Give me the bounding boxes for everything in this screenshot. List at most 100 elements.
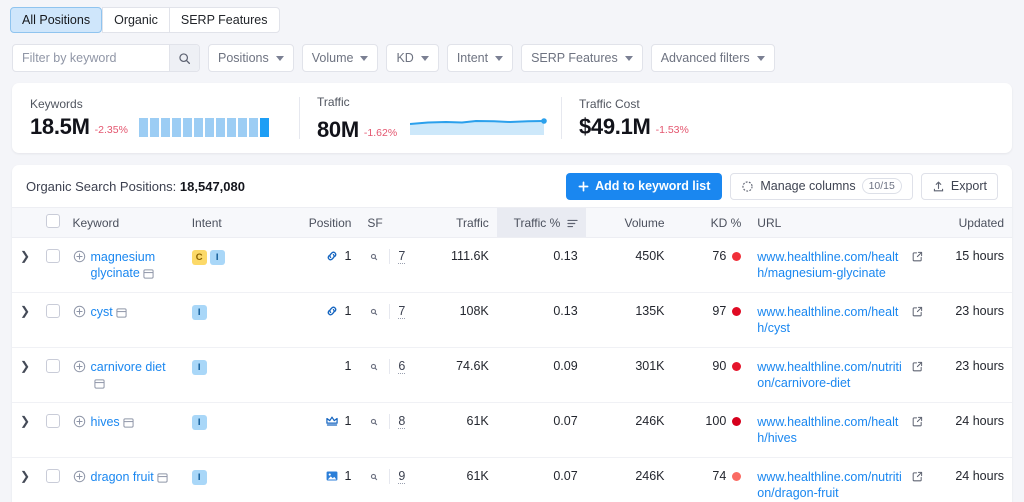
sf-count[interactable]: 9 [398,469,406,484]
cell-expand: ❯ [12,457,39,502]
expand-row-chevron-icon[interactable]: ❯ [20,359,30,373]
calendar-icon[interactable] [116,307,127,318]
header-volume[interactable]: Volume [585,207,673,238]
add-keyword-icon[interactable] [73,250,86,263]
add-keyword-icon[interactable] [73,415,86,428]
keyword-link[interactable]: carnivore diet [91,359,176,391]
filter-advanced[interactable]: Advanced filters [650,44,775,72]
tab-all-positions[interactable]: All Positions [10,7,103,33]
serp-preview-icon[interactable] [367,250,381,264]
serp-preview-icon[interactable] [367,305,381,319]
row-checkbox[interactable] [46,249,61,263]
intent-badge-I[interactable]: I [191,470,207,485]
cell-select [38,292,65,348]
sf-count[interactable]: 7 [398,249,406,264]
expand-row-chevron-icon[interactable]: ❯ [20,414,30,428]
intent-badge-I[interactable]: I [191,415,207,430]
url-link[interactable]: www.healthline.com/nutrition/carnivore-d… [757,359,906,391]
row-checkbox[interactable] [46,304,61,318]
header-traffic[interactable]: Traffic [415,207,497,238]
cell-traffic-pct: 0.13 [496,292,586,348]
filter-volume[interactable]: Volume [301,44,379,72]
calendar-icon[interactable] [123,417,134,428]
header-traffic-pct[interactable]: Traffic % [496,207,586,238]
add-keyword-icon[interactable] [73,360,86,373]
manage-columns-button[interactable]: Manage columns 10/15 [730,172,913,200]
cell-keyword: hives [64,402,184,458]
tab-serp-features[interactable]: SERP Features [168,7,280,33]
external-link-icon[interactable] [912,361,923,372]
header-sf[interactable]: SF [359,207,416,238]
add-to-keyword-list-button[interactable]: Add to keyword list [566,172,723,200]
serp-preview-icon[interactable] [367,470,381,484]
filter-positions[interactable]: Positions [208,44,294,72]
export-button[interactable]: Export [920,172,998,200]
row-checkbox[interactable] [46,414,61,428]
intent-badge-I[interactable]: I [191,305,207,320]
url-link[interactable]: www.healthline.com/health/cyst [757,304,906,336]
cell-position: 1 [272,347,360,403]
keyword-link[interactable]: hives [91,414,134,430]
header-updated[interactable]: Updated [931,207,1012,238]
filter-intent[interactable]: Intent [446,44,514,72]
cell-traffic-pct: 0.13 [496,237,586,293]
search-icon [179,52,191,64]
expand-row-chevron-icon[interactable]: ❯ [20,304,30,318]
tab-organic[interactable]: Organic [102,7,169,33]
kd-difficulty-dot [732,471,742,481]
header-url[interactable]: URL [749,207,932,238]
cell-traffic: 108K [415,292,497,348]
serp-preview-icon[interactable] [367,360,381,374]
expand-row-chevron-icon[interactable]: ❯ [20,249,30,263]
metric-delta-traffic-cost: -1.53% [655,124,689,136]
add-keyword-icon[interactable] [73,305,86,318]
external-link-icon[interactable] [912,416,923,427]
url-link[interactable]: www.healthline.com/nutrition/dragon-frui… [757,469,906,501]
table-row[interactable]: ❯ hives I 1 8 61K 0.07 246K 100 www.healthline.co… [12,402,1012,458]
keyword-link[interactable]: cyst [91,304,127,320]
url-link[interactable]: www.healthline.com/health/magnesium-glyc… [757,249,906,281]
sf-count[interactable]: 7 [398,304,406,319]
url-link[interactable]: www.healthline.com/health/hives [757,414,906,446]
external-link-icon[interactable] [912,471,923,482]
intent-badge-I[interactable]: I [209,250,225,265]
intent-badge-I[interactable]: I [191,360,207,375]
row-checkbox[interactable] [46,359,61,373]
serp-preview-icon[interactable] [367,415,381,429]
keyword-link[interactable]: dragon fruit [91,469,168,485]
external-link-icon[interactable] [912,306,923,317]
calendar-icon[interactable] [93,378,105,389]
cell-expand: ❯ [12,237,39,293]
cell-sf: 9 [359,457,416,502]
external-link-icon[interactable] [912,251,923,262]
cell-keyword: dragon fruit [64,457,184,502]
header-keyword[interactable]: Keyword [64,207,184,238]
filter-positions-label: Positions [218,51,269,65]
search-input[interactable] [13,45,169,71]
cell-volume: 301K [585,347,673,403]
add-keyword-icon[interactable] [73,470,86,483]
row-checkbox[interactable] [46,469,61,483]
search-button[interactable] [169,45,199,71]
filter-serp-features[interactable]: SERP Features [521,44,643,72]
intent-badge-C[interactable]: C [191,250,207,265]
cell-volume: 246K [585,457,673,502]
header-kd[interactable]: KD % [672,207,750,238]
table-row[interactable]: ❯ dragon fruit I 1 9 61K 0.07 246K 74 www.healthl… [12,457,1012,502]
cell-select [38,402,65,458]
select-all-checkbox[interactable] [46,214,61,228]
positions-count-value: 18,547,080 [179,178,245,194]
cell-updated: 24 hours [931,457,1012,502]
filter-kd[interactable]: KD [386,44,439,72]
table-row[interactable]: ❯ cyst I 1 7 108K 0.13 135K 97 www.healthline.com… [12,292,1012,348]
calendar-icon[interactable] [143,268,154,279]
table-row[interactable]: ❯ carnivore diet I 1 6 74.6K 0.09 301K 90 www.hea… [12,347,1012,403]
header-intent[interactable]: Intent [183,207,273,238]
table-row[interactable]: ❯ magnesium glycinate C I 1 7 111.6K 0.13 450K 76… [12,237,1012,293]
sf-count[interactable]: 8 [398,414,406,429]
sf-count[interactable]: 6 [398,359,406,374]
expand-row-chevron-icon[interactable]: ❯ [20,469,30,483]
calendar-icon[interactable] [157,472,168,483]
header-position[interactable]: Position [272,207,360,238]
keyword-link[interactable]: magnesium glycinate [91,249,176,281]
